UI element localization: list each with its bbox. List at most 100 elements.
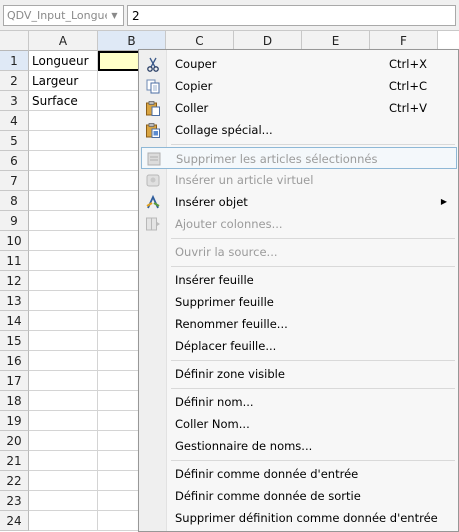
menu-item-remove-input[interactable]: Supprimer définition comme donnée d'entr… xyxy=(141,507,457,529)
select-all-corner[interactable] xyxy=(0,31,29,51)
row-header[interactable]: 15 xyxy=(0,331,29,351)
paste-special-icon xyxy=(146,123,160,138)
menu-item-shortcut: Ctrl+C xyxy=(388,79,427,93)
row-header[interactable]: 20 xyxy=(0,431,29,451)
menu-item-cut[interactable]: Couper Ctrl+X xyxy=(141,53,457,75)
cell[interactable] xyxy=(29,211,98,231)
row-header[interactable]: 4 xyxy=(0,111,29,131)
row-header[interactable]: 22 xyxy=(0,471,29,491)
menu-item-insert-sheet[interactable]: Insérer feuille xyxy=(141,269,457,291)
row-header[interactable]: 3 xyxy=(0,91,29,111)
menu-item-label: Coller Nom... xyxy=(175,417,250,431)
cell[interactable] xyxy=(29,331,98,351)
row-header[interactable]: 23 xyxy=(0,491,29,511)
scissors-icon xyxy=(147,57,159,72)
menu-item-move-sheet[interactable]: Déplacer feuille... xyxy=(141,335,457,357)
menu-item-label: Insérer feuille xyxy=(175,273,254,287)
context-menu: Couper Ctrl+X Copier Ctrl+C Coller Ctrl+… xyxy=(138,49,459,532)
menu-item-label: Supprimer définition comme donnée d'entr… xyxy=(175,511,438,525)
row-header[interactable]: 18 xyxy=(0,391,29,411)
menu-separator xyxy=(171,238,455,239)
menu-item-rename-sheet[interactable]: Renommer feuille... xyxy=(141,313,457,335)
formula-input[interactable]: 2 xyxy=(127,5,456,26)
cell[interactable] xyxy=(29,131,98,151)
row-header[interactable]: 9 xyxy=(0,211,29,231)
menu-separator xyxy=(171,460,455,461)
cell[interactable] xyxy=(29,111,98,131)
cell[interactable] xyxy=(29,191,98,211)
column-header-f[interactable]: F xyxy=(370,31,438,51)
column-header-d[interactable]: D xyxy=(234,31,302,51)
column-header-c[interactable]: C xyxy=(166,31,234,51)
cell[interactable] xyxy=(29,251,98,271)
cell[interactable] xyxy=(29,351,98,371)
menu-item-paste-name[interactable]: Coller Nom... xyxy=(141,413,457,435)
cell[interactable] xyxy=(29,511,98,531)
cell[interactable] xyxy=(29,171,98,191)
row-header[interactable]: 21 xyxy=(0,451,29,471)
cell[interactable] xyxy=(29,471,98,491)
row-header[interactable]: 7 xyxy=(0,171,29,191)
menu-item-name-manager[interactable]: Gestionnaire de noms... xyxy=(141,435,457,457)
cell[interactable]: Surface xyxy=(29,91,98,111)
cell[interactable] xyxy=(29,371,98,391)
menu-item-label: Définir comme donnée de sortie xyxy=(175,489,361,503)
menu-item-paste[interactable]: Coller Ctrl+V xyxy=(141,97,457,119)
row-header[interactable]: 24 xyxy=(0,511,29,531)
menu-item-open-source[interactable]: Ouvrir la source... xyxy=(141,241,457,263)
menu-item-define-input[interactable]: Définir comme donnée d'entrée xyxy=(141,463,457,485)
add-columns-icon xyxy=(146,217,160,231)
cell[interactable] xyxy=(29,411,98,431)
cell[interactable]: Largeur xyxy=(29,71,98,91)
cell[interactable] xyxy=(29,451,98,471)
row-header[interactable]: 17 xyxy=(0,371,29,391)
menu-item-insert-virtual[interactable]: Insérer un article virtuel xyxy=(141,169,457,191)
cell[interactable] xyxy=(29,291,98,311)
row-header[interactable]: 11 xyxy=(0,251,29,271)
menu-item-delete-sheet[interactable]: Supprimer feuille xyxy=(141,291,457,313)
cell[interactable] xyxy=(29,491,98,511)
cell[interactable] xyxy=(29,271,98,291)
row-header[interactable]: 1 xyxy=(0,51,29,71)
delete-items-icon xyxy=(147,152,161,166)
cell[interactable] xyxy=(29,231,98,251)
cell[interactable] xyxy=(29,151,98,171)
row-header[interactable]: 2 xyxy=(0,71,29,91)
menu-item-paste-special[interactable]: Collage spécial... xyxy=(141,119,457,141)
chevron-down-icon[interactable]: ▼ xyxy=(108,8,121,23)
cell[interactable] xyxy=(29,431,98,451)
menu-item-label: Ouvrir la source... xyxy=(175,245,278,259)
menu-item-label: Supprimer les articles sélectionnés xyxy=(176,152,378,166)
menu-separator xyxy=(171,388,455,389)
menu-item-add-columns[interactable]: Ajouter colonnes... xyxy=(141,213,457,235)
name-box-text: QDV_Input_Longueur xyxy=(7,9,107,22)
row-header[interactable]: 8 xyxy=(0,191,29,211)
menu-item-label: Insérer objet xyxy=(175,195,248,209)
row-header[interactable]: 12 xyxy=(0,271,29,291)
cell[interactable]: Longueur xyxy=(29,51,98,71)
row-header[interactable]: 14 xyxy=(0,311,29,331)
column-header-b[interactable]: B xyxy=(98,31,166,51)
menu-item-shortcut: Ctrl+V xyxy=(389,101,427,115)
menu-item-insert-object[interactable]: Insérer objet ▶ xyxy=(141,191,457,213)
row-header[interactable]: 6 xyxy=(0,151,29,171)
row-header[interactable]: 19 xyxy=(0,411,29,431)
row-header[interactable]: 16 xyxy=(0,351,29,371)
column-header-e[interactable]: E xyxy=(302,31,370,51)
row-header[interactable]: 5 xyxy=(0,131,29,151)
menu-item-define-name[interactable]: Définir nom... xyxy=(141,391,457,413)
cell[interactable] xyxy=(29,311,98,331)
copy-icon xyxy=(146,79,160,94)
menu-item-define-visible-zone[interactable]: Définir zone visible xyxy=(141,363,457,385)
menu-item-copy[interactable]: Copier Ctrl+C xyxy=(141,75,457,97)
menu-item-define-output[interactable]: Définir comme donnée de sortie xyxy=(141,485,457,507)
row-header[interactable]: 10 xyxy=(0,231,29,251)
name-box[interactable]: QDV_Input_Longueur ▼ xyxy=(3,5,124,26)
formula-value: 2 xyxy=(132,9,140,23)
column-header-a[interactable]: A xyxy=(29,31,98,51)
row-header[interactable]: 13 xyxy=(0,291,29,311)
virtual-item-icon xyxy=(146,174,160,187)
cell[interactable] xyxy=(29,391,98,411)
menu-item-delete-selected[interactable]: Supprimer les articles sélectionnés xyxy=(141,147,457,169)
insert-object-icon xyxy=(146,194,160,209)
